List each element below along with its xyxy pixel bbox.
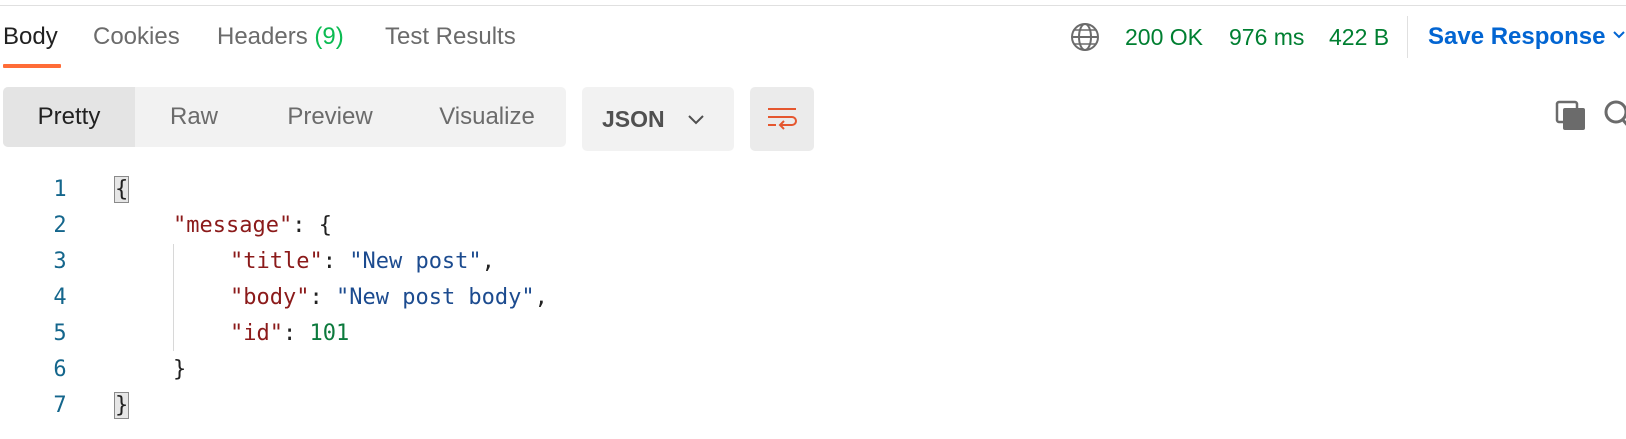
copy-icon[interactable] [1555,100,1587,132]
json-string-value: "New post body" [335,285,535,310]
format-select-value: JSON [602,106,665,132]
line-number: 4 [53,285,67,310]
line-number: 2 [53,213,67,238]
response-size[interactable]: 422 B [1329,21,1389,53]
status-divider [1407,16,1408,58]
top-divider [0,0,1626,6]
view-visualize-button[interactable]: Visualize [407,87,567,147]
chevron-down-icon[interactable] [1612,28,1626,42]
wrap-lines-icon [768,108,797,130]
line-number: 6 [53,357,67,382]
json-brace: } [173,357,187,382]
json-key: "body" [230,285,310,310]
json-key: "id" [230,321,283,346]
code-line: 1 { [0,172,1626,208]
json-separator: : [282,321,310,346]
chevron-down-icon [688,115,704,125]
json-number-value: 101 [309,321,350,346]
tab-headers-label: Headers [217,23,308,50]
wrap-lines-button[interactable] [750,87,814,151]
search-icon[interactable] [1602,99,1626,131]
save-response-button[interactable]: Save Response [1428,21,1605,53]
format-select[interactable]: JSON [582,87,734,151]
active-tab-indicator [3,64,61,68]
view-mode-group: Pretty Raw Preview Visualize [3,87,566,147]
json-key: "title" [230,249,323,274]
line-number: 5 [53,321,67,346]
tab-headers[interactable]: Headers (9) [217,21,344,53]
code-line: 4 "body": "New post body", [0,280,1626,316]
view-raw-button[interactable]: Raw [135,87,253,147]
json-brace: } [113,392,130,419]
json-brace: { [113,176,130,203]
headers-count-badge: (9) [314,23,344,50]
line-number: 3 [53,249,67,274]
code-line: 5 "id": 101 [0,316,1626,352]
json-string-value: "New post" [349,249,482,274]
line-number: 1 [53,177,67,202]
status-code[interactable]: 200 OK [1125,21,1203,53]
json-comma: , [534,285,548,310]
code-line: 7 } [0,388,1626,424]
view-preview-button[interactable]: Preview [255,87,405,147]
json-key: "message" [173,213,293,238]
line-number: 7 [53,393,67,418]
json-separator: : [322,249,350,274]
tab-cookies[interactable]: Cookies [93,21,180,53]
json-comma: , [481,249,495,274]
code-line: 3 "title": "New post", [0,244,1626,280]
response-time[interactable]: 976 ms [1229,21,1304,53]
tab-body[interactable]: Body [3,21,58,53]
globe-icon[interactable] [1070,22,1100,52]
json-separator: : [309,285,336,310]
code-line: 2 "message": { [0,208,1626,244]
tab-test-results[interactable]: Test Results [385,21,516,53]
json-separator: : [292,213,319,238]
code-line: 6 } [0,352,1626,388]
view-pretty-button[interactable]: Pretty [3,87,135,147]
json-brace: { [318,213,332,238]
indent-guide [173,244,174,351]
